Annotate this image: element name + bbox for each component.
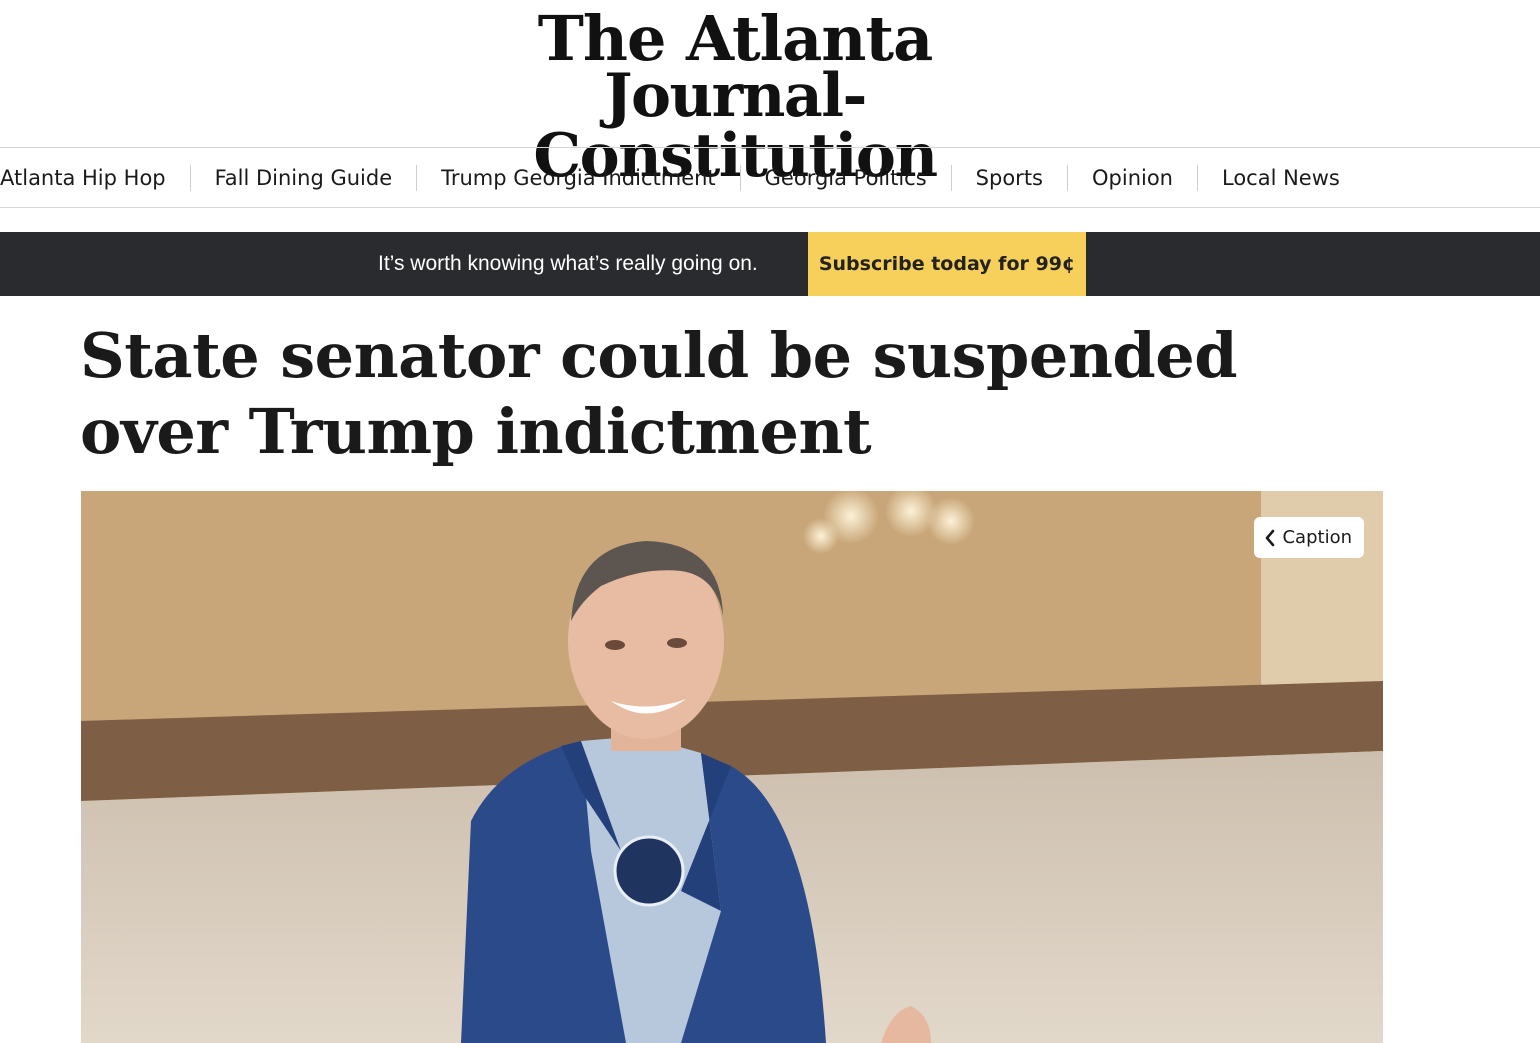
nav-item-sports[interactable]: Sports: [952, 165, 1068, 191]
section-nav: Atlanta Hip Hop Fall Dining Guide Trump …: [0, 147, 1540, 208]
photo-balcony: [81, 491, 1383, 721]
nav-item-local-news[interactable]: Local News: [1198, 165, 1364, 191]
subscribe-button[interactable]: Subscribe today for 99¢: [808, 232, 1086, 296]
nav-item-trump-georgia-indictment[interactable]: Trump Georgia Indictment: [417, 165, 741, 191]
subscription-promo-bar: It’s worth knowing what’s really going o…: [0, 232, 1540, 296]
masthead: The Atlanta Journal-Constitution: [0, 0, 1540, 187]
nav-item-fall-dining-guide[interactable]: Fall Dining Guide: [191, 165, 418, 191]
nav-item-georgia-politics[interactable]: Georgia Politics: [741, 165, 952, 191]
section-nav-track: Atlanta Hip Hop Fall Dining Guide Trump …: [0, 148, 1364, 207]
lead-photo-image: [81, 491, 1383, 1043]
article-headline: State senator could be suspended over Tr…: [80, 319, 1238, 468]
lead-photo: Caption: [81, 491, 1383, 1043]
promo-text: It’s worth knowing what’s really going o…: [378, 252, 758, 275]
caption-button-label: Caption: [1282, 527, 1352, 548]
nav-item-atlanta-hip-hop[interactable]: Atlanta Hip Hop: [0, 165, 191, 191]
chevron-left-icon: [1266, 529, 1275, 546]
nav-item-opinion[interactable]: Opinion: [1068, 165, 1198, 191]
caption-button[interactable]: Caption: [1254, 517, 1364, 558]
